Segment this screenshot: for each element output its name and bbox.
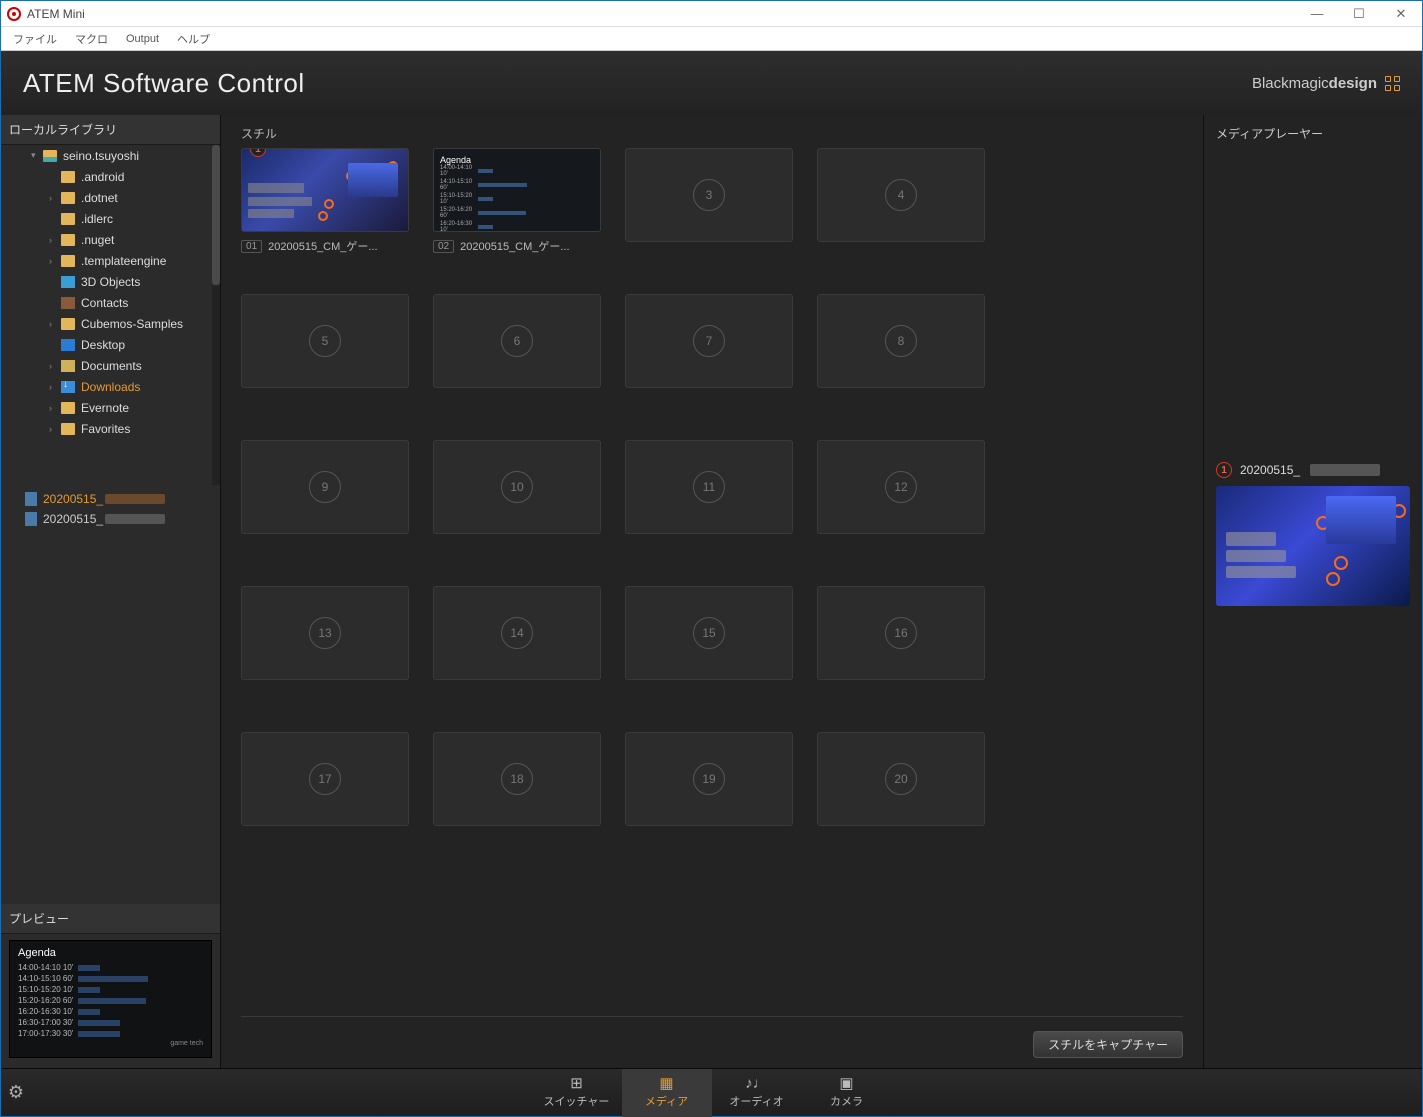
still-slot-17[interactable]: 17 (241, 732, 411, 838)
menu-output[interactable]: Output (118, 31, 167, 47)
still-empty-slot[interactable]: 19 (625, 732, 793, 826)
still-slot-7[interactable]: 7 (625, 294, 795, 400)
tree-item-dotnet[interactable]: ›.dotnet (1, 187, 220, 208)
still-empty-slot[interactable]: 8 (817, 294, 985, 388)
file-item[interactable]: 20200515_ (1, 509, 220, 529)
tree-item-contacts[interactable]: Contacts (1, 292, 220, 313)
tree-item-downloads[interactable]: ›Downloads (1, 376, 220, 397)
still-slot-5[interactable]: 5 (241, 294, 411, 400)
tree-item-android[interactable]: .android (1, 166, 220, 187)
still-label: 0220200515_CM_ゲー... (433, 238, 603, 254)
menubar: ファイル マクロ Output ヘルプ (1, 27, 1422, 51)
still-slot-15[interactable]: 15 (625, 586, 795, 692)
media-player-panel: メディアプレーヤー 1 20200515_ (1204, 115, 1422, 1068)
still-empty-slot[interactable]: 15 (625, 586, 793, 680)
tree-item-3dobjects[interactable]: 3D Objects (1, 271, 220, 292)
still-empty-slot[interactable]: 9 (241, 440, 409, 534)
still-thumbnail[interactable]: Agenda14:00-14:10 10'14:10-15:10 60'15:1… (433, 148, 601, 232)
still-empty-slot[interactable]: 6 (433, 294, 601, 388)
tab-icon: ▦ (659, 1076, 673, 1091)
file-list: 20200515_20200515_ (1, 485, 220, 545)
still-empty-slot[interactable]: 14 (433, 586, 601, 680)
brand-logo: Blackmagicdesign (1252, 75, 1400, 92)
close-button[interactable]: ✕ (1394, 7, 1408, 21)
still-empty-slot[interactable]: 18 (433, 732, 601, 826)
media-player-title: メディアプレーヤー (1216, 125, 1410, 142)
media-pool: スチル 1 0120200515_CM_ゲー... Agenda14:00-14:1… (221, 115, 1204, 1068)
still-empty-slot[interactable]: 16 (817, 586, 985, 680)
still-empty-slot[interactable]: 13 (241, 586, 409, 680)
still-slot-12[interactable]: 12 (817, 440, 987, 546)
tree-item-desktop[interactable]: Desktop (1, 334, 220, 355)
still-empty-slot[interactable]: 11 (625, 440, 793, 534)
still-empty-slot[interactable]: 7 (625, 294, 793, 388)
bottom-bar: ⚙ ⊞スイッチャー▦メディア♪♩オーディオ▣カメラ (1, 1068, 1422, 1116)
tree-item-cubemossamples[interactable]: ›Cubemos-Samples (1, 313, 220, 334)
tree-item-nuget[interactable]: ›.nuget (1, 229, 220, 250)
local-library-title: ローカルライブラリ (1, 115, 220, 145)
tree-item-documents[interactable]: ›Documents (1, 355, 220, 376)
stills-title: スチル (241, 125, 1183, 142)
still-thumbnail[interactable]: 1 (241, 148, 409, 232)
still-empty-slot[interactable]: 5 (241, 294, 409, 388)
folder-tree[interactable]: ▾seino.tsuyoshi.android›.dotnet.idlerc›.… (1, 145, 220, 485)
tab-オーディオ[interactable]: ♪♩オーディオ (712, 1069, 802, 1117)
menu-help[interactable]: ヘルプ (169, 29, 218, 49)
redacted-text (1310, 464, 1380, 476)
file-item[interactable]: 20200515_ (1, 489, 220, 509)
still-slot-3[interactable]: 3 (625, 148, 795, 254)
preview-title: プレビュー (1, 904, 220, 934)
tree-item-favorites[interactable]: ›Favorites (1, 418, 220, 439)
still-slot-18[interactable]: 18 (433, 732, 603, 838)
still-empty-slot[interactable]: 20 (817, 732, 985, 826)
menu-macro[interactable]: マクロ (67, 29, 116, 49)
settings-gear-icon[interactable]: ⚙ (1, 1082, 31, 1103)
still-slot-20[interactable]: 20 (817, 732, 987, 838)
minimize-button[interactable]: — (1310, 7, 1324, 21)
still-empty-slot[interactable]: 12 (817, 440, 985, 534)
tab-スイッチャー[interactable]: ⊞スイッチャー (532, 1069, 622, 1117)
still-slot-16[interactable]: 16 (817, 586, 987, 692)
media-player-filename: 20200515_ (1240, 463, 1300, 477)
tree-item-templateengine[interactable]: ›.templateengine (1, 250, 220, 271)
still-empty-slot[interactable]: 10 (433, 440, 601, 534)
still-empty-slot[interactable]: 4 (817, 148, 985, 242)
still-label: 0120200515_CM_ゲー... (241, 238, 411, 254)
window-title: ATEM Mini (27, 7, 85, 21)
still-slot-6[interactable]: 6 (433, 294, 603, 400)
maximize-button[interactable]: ☐ (1352, 7, 1366, 21)
tab-icon: ⊞ (570, 1076, 583, 1091)
still-slot-8[interactable]: 8 (817, 294, 987, 400)
still-slot-1[interactable]: 1 0120200515_CM_ゲー... (241, 148, 411, 254)
still-empty-slot[interactable]: 3 (625, 148, 793, 242)
still-slot-11[interactable]: 11 (625, 440, 795, 546)
tab-カメラ[interactable]: ▣カメラ (802, 1069, 892, 1117)
still-slot-4[interactable]: 4 (817, 148, 987, 254)
still-slot-13[interactable]: 13 (241, 586, 411, 692)
menu-file[interactable]: ファイル (5, 29, 65, 49)
app-header: ATEM Software Control Blackmagicdesign (1, 51, 1422, 115)
still-slot-9[interactable]: 9 (241, 440, 411, 546)
tree-item-idlerc[interactable]: .idlerc (1, 208, 220, 229)
still-slot-14[interactable]: 14 (433, 586, 603, 692)
tree-item-evernote[interactable]: ›Evernote (1, 397, 220, 418)
media-player-badge: 1 (1216, 462, 1232, 478)
preview-thumbnail: Agenda 14:00-14:10 10'14:10-15:10 60'15:… (9, 940, 212, 1058)
app-title: ATEM Software Control (23, 68, 305, 99)
window-titlebar: ATEM Mini — ☐ ✕ (1, 1, 1422, 27)
still-slot-2[interactable]: Agenda14:00-14:10 10'14:10-15:10 60'15:1… (433, 148, 603, 254)
tab-icon: ▣ (839, 1076, 853, 1091)
sidebar: ローカルライブラリ ▾seino.tsuyoshi.android›.dotne… (1, 115, 221, 1068)
still-slot-19[interactable]: 19 (625, 732, 795, 838)
tree-scrollbar[interactable] (212, 145, 220, 485)
still-slot-10[interactable]: 10 (433, 440, 603, 546)
tab-icon: ♪♩ (745, 1076, 768, 1091)
still-empty-slot[interactable]: 17 (241, 732, 409, 826)
tab-メディア[interactable]: ▦メディア (622, 1069, 712, 1117)
capture-still-button[interactable]: スチルをキャプチャー (1033, 1031, 1183, 1058)
media-player-thumbnail[interactable] (1216, 486, 1410, 606)
tree-item-seinotsuyoshi[interactable]: ▾seino.tsuyoshi (1, 145, 220, 166)
app-icon (7, 7, 21, 21)
